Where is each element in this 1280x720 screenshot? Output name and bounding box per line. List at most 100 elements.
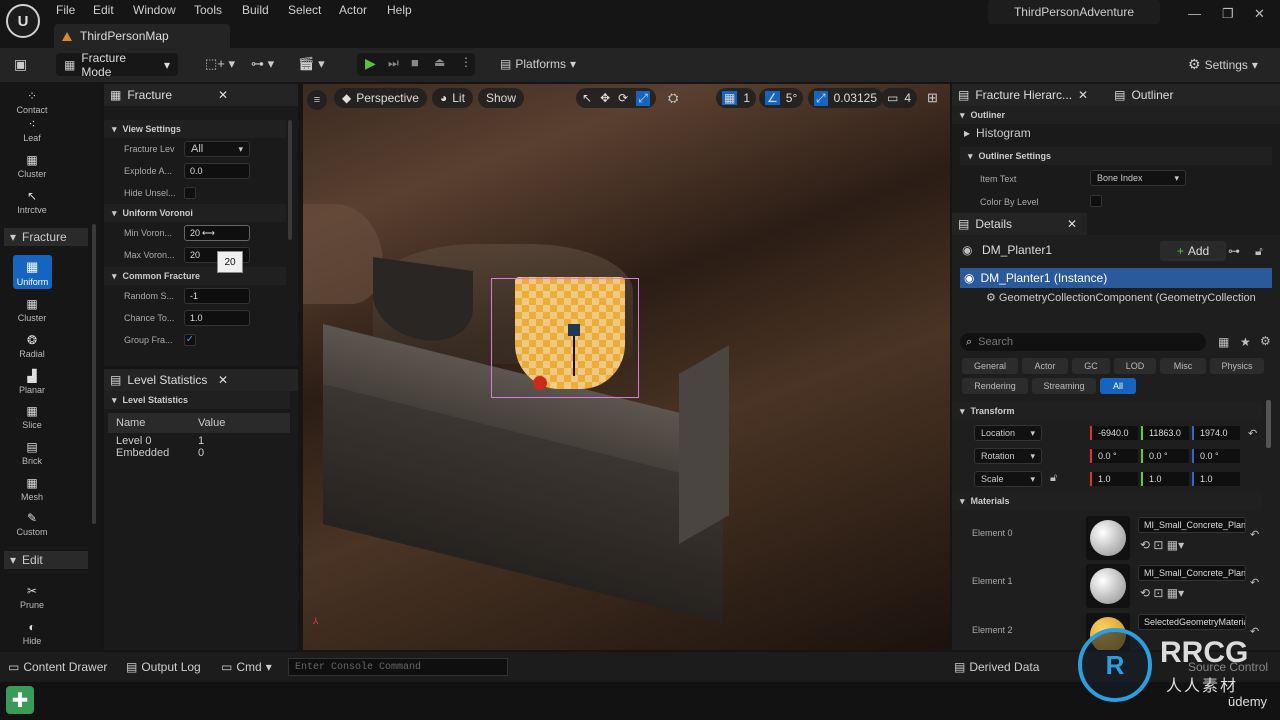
reset-icon[interactable]: ↶ (1248, 427, 1257, 440)
scale-y-input[interactable]: 1.0 (1141, 472, 1189, 486)
tool-radial[interactable]: ❂ Radial (4, 333, 60, 359)
reset-icon[interactable]: ↶ (1250, 576, 1259, 589)
menu-edit[interactable]: Edit (93, 3, 114, 17)
viewport-menu-icon[interactable]: ≡ (307, 90, 327, 110)
content-drawer-button[interactable]: ▭ Content Drawer (8, 660, 107, 674)
section-edit[interactable]: ▾ Edit (4, 551, 88, 569)
item-text-dropdown[interactable]: Bone Index ▾ (1090, 170, 1186, 186)
details-search-input[interactable]: ⌕ Search (960, 333, 1206, 351)
lock-icon[interactable]: 🔓︎ (1050, 472, 1057, 485)
lit-button[interactable]: ◕ Lit (432, 88, 473, 108)
uniform-voronoi-header[interactable]: ▾ Uniform Voronoi (104, 204, 286, 222)
fracture-level-dropdown[interactable]: All ▾ (184, 141, 250, 157)
cmd-dropdown[interactable]: ▭ Cmd ▾ (221, 660, 272, 674)
rotate-icon[interactable]: ⟳ (618, 91, 628, 105)
component-row[interactable]: ⚙ GeometryCollectionComponent (GeometryC… (986, 291, 1276, 304)
menu-window[interactable]: Window (133, 3, 176, 17)
map-tab[interactable]: ThirdPersonMap (54, 24, 230, 48)
filter-gc[interactable]: GC (1072, 358, 1110, 374)
gear-icon[interactable]: ⚙ (1260, 334, 1271, 348)
reset-icon[interactable]: ↶ (1250, 528, 1259, 541)
world-local-icon[interactable]: ⛭ (668, 90, 678, 106)
rotation-x-input[interactable]: 0.0 ° (1090, 449, 1138, 463)
blueprint-icon[interactable]: ⊶ ▾ (251, 56, 274, 72)
platforms-button[interactable]: ▤ Platforms ▾ (500, 57, 576, 71)
palette-scrollbar[interactable] (92, 224, 96, 524)
close-icon[interactable]: ✕ (1067, 217, 1077, 231)
filter-streaming[interactable]: Streaming (1032, 378, 1096, 394)
tool-interactive[interactable]: ↖ Intrctve (4, 189, 60, 215)
mode-selector[interactable]: ▦ Fracture Mode ▾ (56, 51, 178, 79)
browse-icons[interactable]: ⟲ ⊡ ▦▾ (1140, 586, 1184, 600)
tool-planar[interactable]: ▟ Planar (4, 369, 60, 395)
group-fracture-checkbox[interactable]: ✓ (184, 334, 196, 346)
gizmo-z-handle[interactable] (568, 324, 580, 336)
add-actor-icon[interactable]: ⬚+ ▾ (205, 56, 235, 72)
hide-unselected-checkbox[interactable] (184, 187, 196, 199)
maximize-icon[interactable]: ❐ (1222, 6, 1234, 22)
material-thumbnail[interactable] (1086, 516, 1130, 560)
stop-icon[interactable]: ■ (411, 55, 419, 70)
menu-file[interactable]: File (56, 3, 75, 17)
material-thumbnail[interactable] (1086, 564, 1130, 608)
reset-icon[interactable]: ↶ (1250, 625, 1259, 638)
filter-misc[interactable]: Misc (1160, 358, 1206, 374)
rotation-z-input[interactable]: 0.0 ° (1192, 449, 1240, 463)
level-stats-tab[interactable]: ▤ Level Statistics ✕ (104, 369, 298, 391)
step-icon[interactable]: ⏭ (388, 56, 399, 71)
material-picker[interactable]: MI_Small_Concrete_Plante (1138, 517, 1246, 533)
tool-mesh[interactable]: ▦ Mesh (4, 476, 60, 502)
tool-cluster-select[interactable]: ▦ Cluster (4, 153, 60, 179)
filter-general[interactable]: General (962, 358, 1018, 374)
view-settings-header[interactable]: ▾ View Settings (104, 120, 286, 138)
filter-physics[interactable]: Physics (1210, 358, 1264, 374)
menu-tools[interactable]: Tools (194, 3, 222, 17)
star-icon[interactable]: ★ (1240, 335, 1251, 349)
tool-cluster[interactable]: ▦ Cluster (4, 297, 60, 323)
tool-brick[interactable]: ▤ Brick (4, 440, 60, 466)
close-icon[interactable]: ✕ (1254, 6, 1265, 22)
scale-x-input[interactable]: 1.0 (1090, 472, 1138, 486)
lock-icon[interactable]: 🔓︎ (1255, 244, 1263, 259)
fracture-panel-tab[interactable]: ▦ Fracture ✕ (104, 84, 298, 106)
scale-dropdown[interactable]: Scale ▾ (974, 471, 1042, 487)
location-y-input[interactable]: 11863.0 (1141, 426, 1189, 440)
tool-slice[interactable]: ▦ Slice (4, 404, 60, 430)
rotation-y-input[interactable]: 0.0 ° (1141, 449, 1189, 463)
material-picker[interactable]: MI_Small_Concrete_Plante (1138, 565, 1246, 581)
cinematics-icon[interactable]: 🎬︎ ▾ (298, 56, 325, 72)
rotation-dropdown[interactable]: Rotation ▾ (974, 448, 1042, 464)
camera-speed[interactable]: ▭ 4 (881, 88, 918, 108)
tab-fracture-hierarchy[interactable]: Fracture Hierarc... (975, 88, 1072, 102)
save-icon[interactable]: ▣ (14, 56, 27, 73)
tool-contact[interactable]: ⁘ Contact (4, 89, 60, 115)
menu-build[interactable]: Build (242, 3, 269, 17)
unreal-logo[interactable]: U (6, 4, 40, 38)
console-input[interactable]: Enter Console Command (288, 658, 508, 676)
random-seed-input[interactable]: -1 (184, 288, 250, 304)
output-log-button[interactable]: ▤ Output Log (126, 660, 201, 674)
table-row[interactable]: Level 0 1 (108, 433, 290, 447)
tool-leaf[interactable]: ⁖ Leaf (4, 117, 60, 143)
histogram-row[interactable]: ▸ Histogram (964, 126, 1031, 140)
browse-icons[interactable]: ⟲ ⊡ ▦▾ (1140, 538, 1184, 552)
materials-header[interactable]: ▾ Materials (952, 492, 1262, 510)
menu-help[interactable]: Help (387, 3, 412, 17)
panel-scrollbar[interactable] (288, 120, 292, 240)
more-options-icon[interactable]: ⋮ (460, 55, 472, 69)
add-component-button[interactable]: + Add (1160, 241, 1226, 261)
perspective-button[interactable]: ◆ Perspective (334, 88, 427, 108)
settings-button[interactable]: ⚙ Settings ▾ (1188, 56, 1258, 73)
show-button[interactable]: Show (478, 88, 525, 108)
table-row[interactable]: Embedded 0 (108, 447, 290, 459)
menu-actor[interactable]: Actor (339, 3, 367, 17)
color-by-level-checkbox[interactable] (1090, 195, 1102, 207)
tool-uniform[interactable]: ▦ Uniform (13, 255, 52, 289)
minimize-icon[interactable]: — (1188, 6, 1201, 21)
level-stats-header[interactable]: ▾ Level Statistics (104, 391, 290, 409)
transform-header[interactable]: ▾ Transform (952, 402, 1262, 420)
instance-row[interactable]: ◉ DM_Planter1 (Instance) (960, 268, 1272, 288)
play-icon[interactable]: ▶ (365, 55, 376, 72)
filter-lod[interactable]: LOD (1114, 358, 1156, 374)
common-fracture-header[interactable]: ▾ Common Fracture (104, 267, 286, 285)
